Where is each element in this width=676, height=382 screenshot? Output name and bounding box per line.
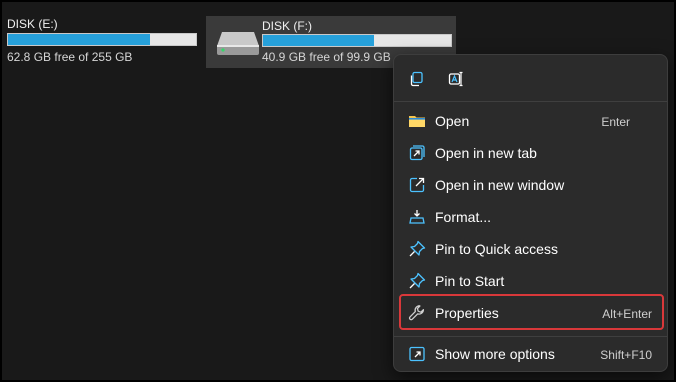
menu-item-shortcut: Shift+F10 <box>600 348 652 362</box>
drive-f-usage-bar <box>262 34 452 47</box>
copy-icon <box>410 71 423 87</box>
menu-separator <box>394 336 667 337</box>
menu-item-label: Pin to Quick access <box>435 241 558 257</box>
menu-item-label: Pin to Start <box>435 273 505 289</box>
menu-item-open[interactable]: Open Enter <box>402 106 660 136</box>
rename-icon <box>448 71 463 87</box>
menu-item-open-in-new-tab[interactable]: Open in new tab <box>402 138 660 168</box>
menu-item-label: Show more options <box>435 346 555 362</box>
format-icon <box>409 210 425 224</box>
explorer-view: DISK (E:) 62.8 GB free of 255 GB DISK (F… <box>0 0 676 382</box>
new-window-icon <box>409 177 425 193</box>
new-tab-icon <box>409 145 425 161</box>
drive-f-free-space: 40.9 GB free of 99.9 GB <box>262 50 391 64</box>
copy-button[interactable] <box>402 67 430 91</box>
drive-e-usage-fill <box>8 34 150 45</box>
menu-item-pin-to-quick-access[interactable]: Pin to Quick access <box>402 234 660 264</box>
pin-icon <box>409 240 426 257</box>
drive-e[interactable]: DISK (E:) 62.8 GB free of 255 GB <box>2 2 202 68</box>
drive-e-name: DISK (E:) <box>7 17 58 31</box>
menu-separator <box>394 101 667 102</box>
menu-item-open-in-new-window[interactable]: Open in new window <box>402 170 660 200</box>
drive-e-free-space: 62.8 GB free of 255 GB <box>7 50 133 64</box>
more-options-icon <box>409 346 425 362</box>
menu-item-format[interactable]: Format... <box>402 202 660 232</box>
drive-f-name: DISK (F:) <box>262 19 312 33</box>
hard-disk-icon <box>217 32 259 55</box>
rename-button[interactable] <box>442 67 470 91</box>
drive-f-usage-fill <box>263 35 374 46</box>
folder-icon <box>409 116 425 127</box>
menu-item-shortcut: Enter <box>601 115 630 129</box>
menu-item-label: Open in new window <box>435 177 565 193</box>
menu-item-label: Open in new tab <box>435 145 537 161</box>
menu-item-label: Open <box>435 113 470 129</box>
menu-item-pin-to-start[interactable]: Pin to Start <box>402 266 660 296</box>
menu-item-show-more-options[interactable]: Show more options Shift+F10 <box>402 339 660 369</box>
menu-item-label: Format... <box>435 209 492 225</box>
drive-e-usage-bar <box>7 33 197 46</box>
properties-highlight-box <box>399 294 664 330</box>
pin-icon <box>409 272 426 289</box>
